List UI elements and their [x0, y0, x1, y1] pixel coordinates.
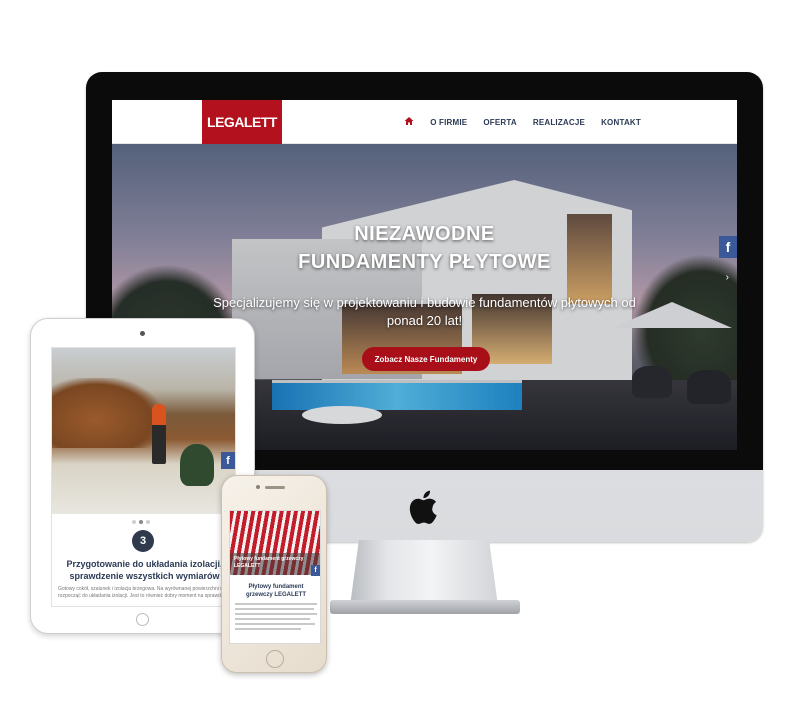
- hero-subtitle: Specjalizujemy się w projektowaniu i bud…: [192, 294, 657, 330]
- nav-home[interactable]: [404, 113, 414, 131]
- step-number-badge: 3: [132, 530, 154, 552]
- slider-dots: [132, 520, 150, 524]
- cta-button[interactable]: Zobacz Nasze Fundamenty: [362, 347, 490, 371]
- phone-device: Płytowy fundament grzewczy LEGALETT f Pł…: [221, 475, 327, 673]
- step-description: Gotowy cokół, szalunek i izolacja brzego…: [58, 586, 231, 600]
- home-icon: [404, 117, 414, 125]
- site-header: LEGALETT O FIRMIE OFERTA REALIZACJE KONT…: [112, 100, 737, 144]
- step-description-line: rozpocząć do układania izolacji. Jest to…: [58, 593, 231, 599]
- imac-stand-base: [330, 600, 520, 614]
- phone-caption-line: Płytowy fundament grzewczy: [234, 556, 304, 562]
- phone-title-line: grzewczy LEGALETT: [245, 592, 306, 598]
- photo-worker: [152, 404, 166, 464]
- phone-camera: [256, 485, 260, 489]
- step-description-line: Gotowy cokół, szalunek i izolacja brzego…: [58, 586, 231, 592]
- phone-photo-caption: Płytowy fundament grzewczy LEGALETT: [230, 553, 320, 575]
- hero-title-line: NIEZAWODNE: [354, 223, 495, 245]
- text-line: [235, 613, 317, 615]
- tablet-camera: [140, 331, 145, 336]
- nav-item-realizacje[interactable]: REALIZACJE: [533, 118, 585, 127]
- text-line: [235, 628, 301, 630]
- hero-subtitle-line: ponad 20 lat!: [386, 313, 463, 328]
- tablet-screen: f 3 Przygotowanie do układania izolacji,…: [51, 347, 236, 607]
- phone-speaker: [265, 486, 285, 489]
- logo-text: LEGALETT: [207, 114, 277, 130]
- apple-logo-icon: [409, 490, 437, 524]
- hero-subtitle-line: Specjalizujemy się w projektowaniu i bud…: [213, 295, 636, 310]
- tablet-home-button: [136, 613, 149, 626]
- step-title-line: Przygotowanie do układania izolacji,: [66, 559, 223, 569]
- nav-item-kontakt[interactable]: KONTAKT: [601, 118, 641, 127]
- text-line: [235, 618, 311, 620]
- slider-dot[interactable]: [146, 520, 150, 524]
- photo-soil: [52, 378, 162, 448]
- facebook-icon[interactable]: f: [719, 236, 737, 258]
- step-title: Przygotowanie do układania izolacji, spr…: [58, 558, 231, 582]
- phone-caption-line: LEGALETT: [234, 563, 261, 569]
- text-line: [235, 608, 314, 610]
- facebook-icon[interactable]: f: [221, 452, 235, 469]
- photo-worker: [180, 444, 214, 486]
- imac-stand: [350, 540, 498, 606]
- slider-dot[interactable]: [132, 520, 136, 524]
- phone-title: Płytowy fundament grzewczy LEGALETT: [234, 583, 318, 599]
- hero-title: NIEZAWODNE FUNDAMENTY PŁYTOWE: [112, 220, 737, 276]
- facebook-icon[interactable]: f: [311, 565, 320, 576]
- slider-dot-active[interactable]: [139, 520, 143, 524]
- text-line: [235, 623, 316, 625]
- step-title-line: sprawdzenie wszystkich wymiarów: [69, 571, 220, 581]
- phone-home-button: [266, 650, 284, 668]
- tablet-photo: [52, 348, 235, 514]
- phone-body-text: [235, 603, 317, 633]
- nav-item-oferta[interactable]: OFERTA: [483, 118, 517, 127]
- main-nav: O FIRMIE OFERTA REALIZACJE KONTAKT: [404, 100, 641, 144]
- slider-next-icon[interactable]: ›: [726, 272, 729, 283]
- phone-title-line: Płytowy fundament: [248, 584, 304, 590]
- hero-title-line: FUNDAMENTY PŁYTOWE: [298, 251, 551, 273]
- nav-item-o-firmie[interactable]: O FIRMIE: [430, 118, 467, 127]
- phone-screen: Płytowy fundament grzewczy LEGALETT f Pł…: [229, 510, 321, 644]
- text-line: [235, 603, 317, 605]
- site-logo[interactable]: LEGALETT: [202, 100, 282, 144]
